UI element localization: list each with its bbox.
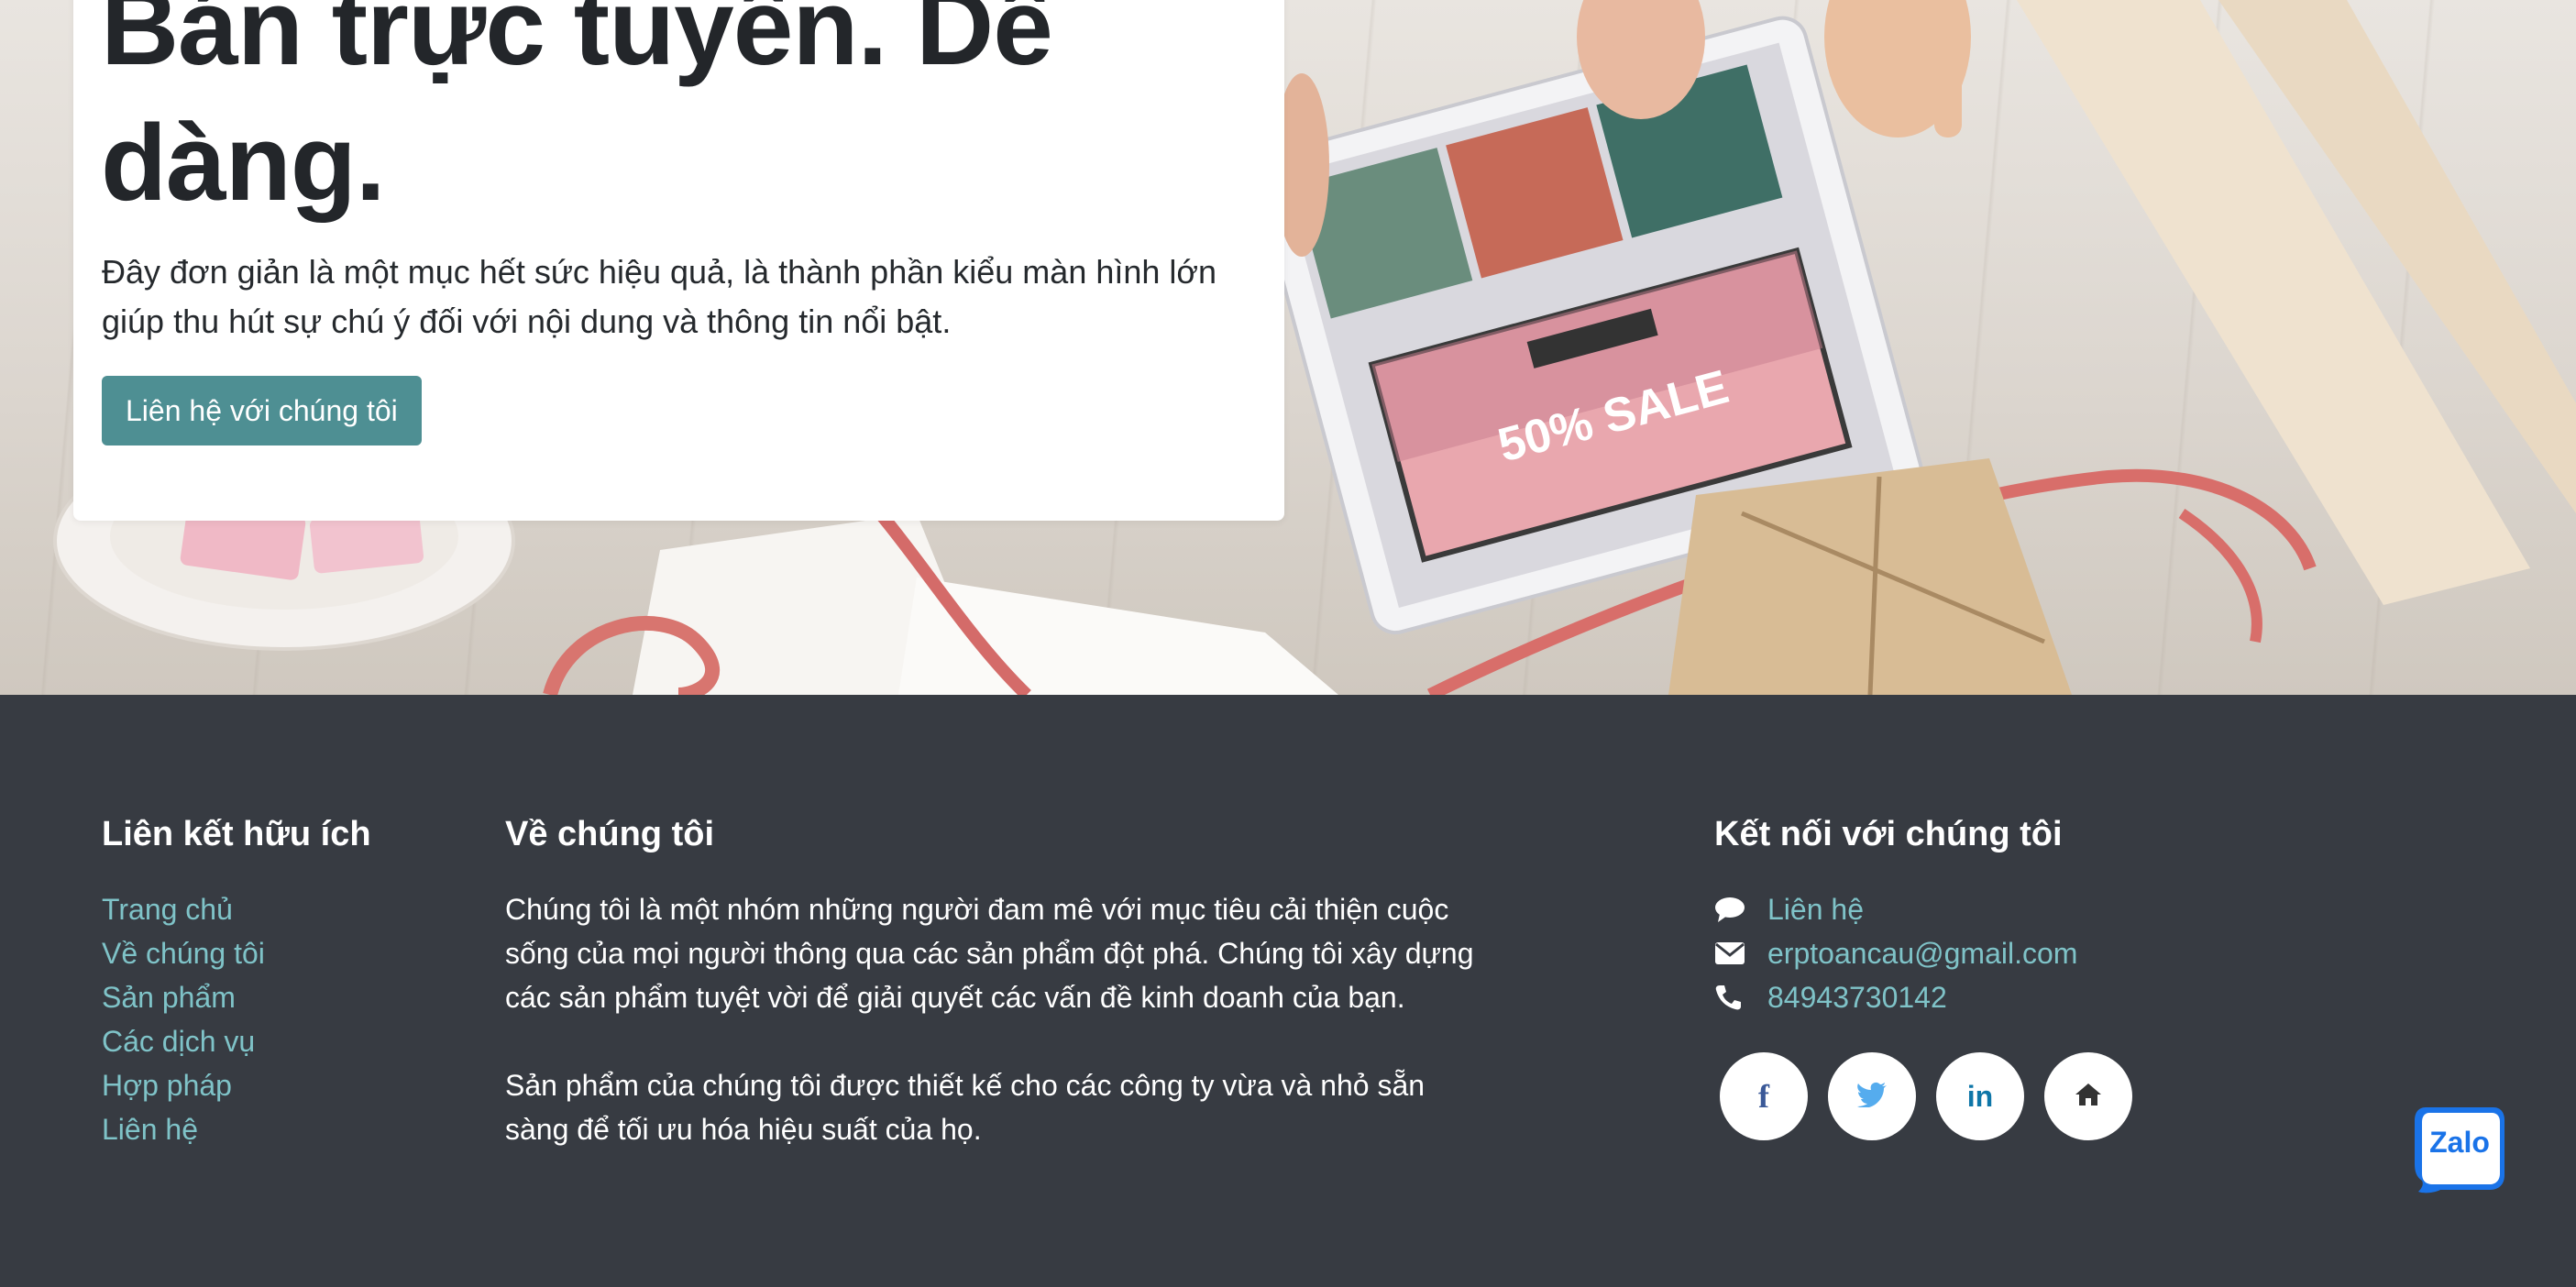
footer-link-products[interactable]: Sản phẩm [102,981,236,1014]
about-text: Chúng tôi là một nhóm những người đam mê… [505,887,1477,1195]
list-item: Hợp pháp [102,1063,265,1107]
footer: Liên kết hữu ích Trang chủ Về chúng tôi … [0,695,2576,1287]
contact-phone-item: 84943730142 [1714,975,2077,1019]
facebook-button[interactable]: f [1720,1052,1808,1140]
links-title: Liên kết hữu ích [102,815,371,853]
footer-link-contact[interactable]: Liên hệ [102,1113,198,1146]
social-buttons: f in [1720,1052,2132,1140]
contact-chat-item: Liên hệ [1714,887,2077,931]
twitter-icon [1856,1082,1888,1112]
twitter-button[interactable] [1828,1052,1916,1140]
linkedin-icon: in [1966,1079,1994,1113]
home-button[interactable] [2044,1052,2132,1140]
list-item: Trang chủ [102,887,265,931]
list-item: Liên hệ [102,1107,265,1151]
phone-icon [1714,975,1751,1019]
footer-link-legal[interactable]: Hợp pháp [102,1069,232,1102]
contact-chat-link[interactable]: Liên hệ [1767,887,1864,931]
contact-list: Liên hệ erptoancau@gmail.com 84943730142 [1714,887,2077,1019]
about-title: Về chúng tôi [505,815,714,853]
contact-us-button[interactable]: Liên hệ với chúng tôi [102,376,422,446]
envelope-icon [1714,931,1751,975]
hero-title: Bán trực tuyến. Dễ dàng. [101,0,1053,224]
zalo-chat-button[interactable]: Zalo [2413,1102,2506,1194]
chat-icon [1714,887,1751,931]
contact-phone-link[interactable]: 84943730142 [1767,975,1947,1019]
linkedin-button[interactable]: in [1936,1052,2024,1140]
about-paragraph-2: Sản phẩm của chúng tôi được thiết kế cho… [505,1069,1426,1146]
contact-email-link[interactable]: erptoancau@gmail.com [1767,931,2077,975]
footer-link-about[interactable]: Về chúng tôi [102,937,265,970]
home-icon [2075,1082,2102,1112]
connect-title: Kết nối với chúng tôi [1714,815,2063,853]
zalo-label: Zalo [2429,1126,2490,1159]
footer-link-services[interactable]: Các dịch vụ [102,1025,255,1058]
about-paragraph-1: Chúng tôi là một nhóm những người đam mê… [505,893,1474,1014]
useful-links-list: Trang chủ Về chúng tôi Sản phẩm Các dịch… [102,887,265,1151]
list-item: Về chúng tôi [102,931,265,975]
facebook-icon: f [1758,1078,1769,1115]
footer-link-home[interactable]: Trang chủ [102,893,233,926]
contact-email-item: erptoancau@gmail.com [1714,931,2077,975]
list-item: Sản phẩm [102,975,265,1019]
hero-section: 50% SALE Bán trực tuyến. Dễ dàng. Đây đơ… [0,0,2576,695]
list-item: Các dịch vụ [102,1019,265,1063]
hero-description: Đây đơn giản là một mục hết sức hiệu quả… [102,253,1217,340]
